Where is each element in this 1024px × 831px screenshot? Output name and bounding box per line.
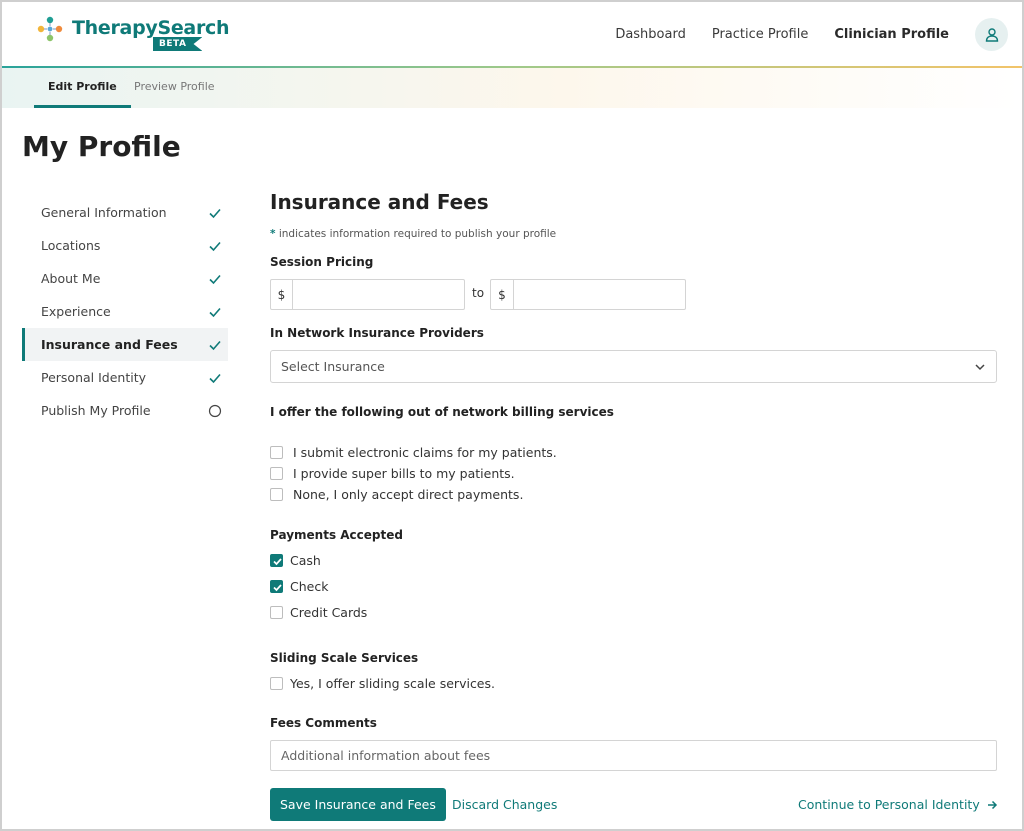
sliding-scale-label: Sliding Scale Services <box>270 651 419 665</box>
nav-dashboard[interactable]: Dashboard <box>615 27 686 42</box>
price-range-to-label: to <box>472 286 485 300</box>
required-note-text: indicates information required to publis… <box>278 228 557 240</box>
checkbox-label: Credit Cards <box>290 605 368 620</box>
checkmark-icon <box>273 584 282 592</box>
insurance-select-placeholder: Select Insurance <box>281 359 385 374</box>
sidebar-item-label: Personal Identity <box>41 370 147 385</box>
checkbox-label: I submit electronic claims for my patien… <box>293 445 557 460</box>
continue-link-label: Continue to Personal Identity <box>798 797 980 812</box>
insurance-providers-label: In Network Insurance Providers <box>270 326 484 340</box>
checkbox[interactable] <box>270 606 283 619</box>
sidebar-item-locations[interactable]: Locations <box>22 229 228 262</box>
continue-link[interactable]: Continue to Personal Identity <box>798 797 998 812</box>
sidebar-item-label: About Me <box>41 271 101 286</box>
payments-accepted-label: Payments Accepted <box>270 528 403 542</box>
checkbox[interactable] <box>270 677 283 690</box>
tab-preview-profile[interactable]: Preview Profile <box>120 68 229 108</box>
billing-option-electronic-claims[interactable]: I submit electronic claims for my patien… <box>270 445 557 460</box>
checkbox[interactable] <box>270 446 283 459</box>
required-marker: * <box>270 228 276 240</box>
session-pricing-label: Session Pricing <box>270 255 374 269</box>
sidebar-item-experience[interactable]: Experience <box>22 295 228 328</box>
sliding-scale-option[interactable]: Yes, I offer sliding scale services. <box>270 676 495 691</box>
currency-symbol: $ <box>271 280 293 309</box>
sidebar-item-insurance-and-fees[interactable]: Insurance and Fees <box>22 328 228 361</box>
checkbox-checked[interactable] <box>270 580 283 593</box>
sidebar-item-label: Experience <box>41 304 111 319</box>
checkbox-label: I provide super bills to my patients. <box>293 466 515 481</box>
logo-mark-icon <box>37 16 63 42</box>
billing-option-direct-payments[interactable]: None, I only accept direct payments. <box>270 487 523 502</box>
check-icon <box>209 307 221 318</box>
checkbox[interactable] <box>270 467 283 480</box>
check-icon <box>209 274 221 285</box>
payment-option-check[interactable]: Check <box>270 579 328 594</box>
check-icon <box>209 208 221 219</box>
discard-changes-link[interactable]: Discard Changes <box>452 797 557 812</box>
sidebar-item-label: Insurance and Fees <box>41 337 178 352</box>
check-icon <box>209 373 221 384</box>
checkbox[interactable] <box>270 488 283 501</box>
main-nav: Dashboard Practice Profile Clinician Pro… <box>615 18 1008 51</box>
payment-option-credit-cards[interactable]: Credit Cards <box>270 605 367 620</box>
sidebar-item-personal-identity[interactable]: Personal Identity <box>22 361 228 394</box>
checkmark-icon <box>273 558 282 566</box>
fees-comments-placeholder: Additional information about fees <box>281 748 491 763</box>
app-window: TherapySearch BETA Dashboard Practice Pr… <box>0 0 1024 831</box>
checkbox-label: None, I only accept direct payments. <box>293 487 524 502</box>
fees-comments-label: Fees Comments <box>270 716 377 730</box>
checkbox-label: Check <box>290 579 329 594</box>
sidebar-item-label: General Information <box>41 205 167 220</box>
profile-sections-sidebar: General Information Locations About Me E… <box>22 196 228 427</box>
required-note: * indicates information required to publ… <box>270 228 556 240</box>
checkbox-label: Yes, I offer sliding scale services. <box>290 676 495 691</box>
beta-badge: BETA <box>153 37 203 51</box>
user-menu-button[interactable] <box>975 18 1008 51</box>
insurance-select[interactable]: Select Insurance <box>270 350 997 383</box>
billing-services-label: I offer the following out of network bil… <box>270 405 614 419</box>
nav-practice-profile[interactable]: Practice Profile <box>712 27 808 42</box>
brand-name: TherapySearch <box>72 17 230 39</box>
max-price-input[interactable] <box>514 280 685 309</box>
payment-option-cash[interactable]: Cash <box>270 553 321 568</box>
fees-comments-input[interactable]: Additional information about fees <box>270 740 997 771</box>
max-price-field: $ <box>490 279 686 310</box>
sidebar-item-label: Locations <box>41 238 101 253</box>
user-icon <box>985 27 998 42</box>
min-price-input[interactable] <box>293 280 464 309</box>
billing-option-super-bills[interactable]: I provide super bills to my patients. <box>270 466 515 481</box>
brand-logo[interactable]: TherapySearch BETA <box>36 15 230 55</box>
chevron-down-icon <box>975 364 985 371</box>
checkbox-label: Cash <box>290 553 321 568</box>
nav-clinician-profile[interactable]: Clinician Profile <box>834 27 949 42</box>
section-title: Insurance and Fees <box>270 190 489 214</box>
save-insurance-and-fees-button[interactable]: Save Insurance and Fees <box>270 788 446 821</box>
page-title: My Profile <box>22 130 181 163</box>
profile-tabs: Edit Profile Preview Profile <box>2 68 1022 108</box>
check-icon <box>209 241 221 252</box>
checkbox-checked[interactable] <box>270 554 283 567</box>
sidebar-item-publish-my-profile[interactable]: Publish My Profile <box>22 394 228 427</box>
sidebar-item-general-information[interactable]: General Information <box>22 196 228 229</box>
sidebar-item-about-me[interactable]: About Me <box>22 262 228 295</box>
sidebar-item-label: Publish My Profile <box>41 403 151 418</box>
empty-circle-icon <box>208 404 222 418</box>
tab-edit-profile[interactable]: Edit Profile <box>34 68 131 108</box>
top-header: TherapySearch BETA Dashboard Practice Pr… <box>2 2 1022 68</box>
arrow-right-icon <box>987 800 997 809</box>
check-icon <box>209 340 221 351</box>
currency-symbol: $ <box>491 280 514 309</box>
min-price-field: $ <box>270 279 465 310</box>
